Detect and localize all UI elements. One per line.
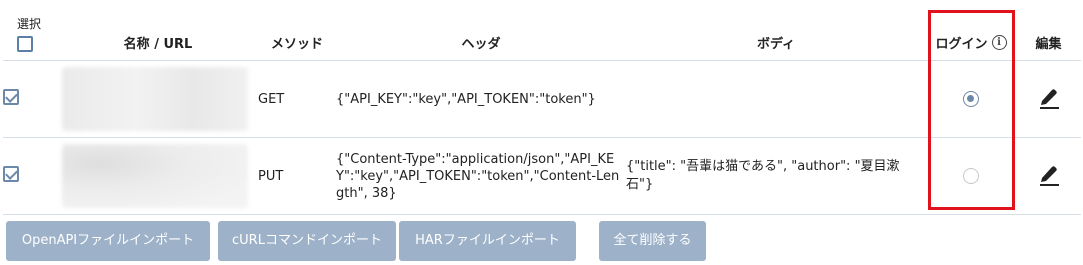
login-cell <box>926 60 1016 138</box>
body-cell <box>626 60 926 138</box>
row-select-checkbox[interactable] <box>3 89 19 105</box>
table-row: PUT {"Content-Type":"application/json","… <box>3 137 1081 215</box>
name-url-cell <box>58 60 258 138</box>
row-select-checkbox[interactable] <box>3 166 19 182</box>
name-url-cell <box>58 137 258 215</box>
delete-all-button[interactable]: 全て削除する <box>599 221 706 261</box>
select-column-header: 選択 <box>3 0 58 61</box>
openapi-import-button[interactable]: OpenAPIファイルインポート <box>6 221 210 261</box>
header-cell: {"Content-Type":"application/json","API_… <box>336 137 626 215</box>
method-cell: GET <box>258 60 336 138</box>
request-table: 選択 名称 / URL メソッド ヘッダ ボディ ログイン i 編集 GET {… <box>3 0 1081 215</box>
header-column-header: ヘッダ <box>336 0 626 61</box>
curl-import-button[interactable]: cURLコマンドインポート <box>218 221 396 261</box>
table-header-row: 選択 名称 / URL メソッド ヘッダ ボディ ログイン i 編集 <box>3 0 1081 61</box>
redacted-name-url <box>62 67 248 131</box>
login-radio[interactable] <box>963 91 979 107</box>
select-header-label: 選択 <box>17 17 42 31</box>
har-import-button[interactable]: HARファイルインポート <box>399 221 576 261</box>
body-column-header: ボディ <box>626 0 926 61</box>
pencil-icon[interactable] <box>1038 162 1060 190</box>
edit-cell <box>1016 60 1081 138</box>
row-select-cell <box>3 137 58 215</box>
table-row: GET {"API_KEY":"key","API_TOKEN":"token"… <box>3 60 1081 138</box>
edit-cell <box>1016 137 1081 215</box>
pencil-icon[interactable] <box>1038 85 1060 113</box>
request-list-panel: 選択 名称 / URL メソッド ヘッダ ボディ ログイン i 編集 GET {… <box>0 0 1083 265</box>
login-radio[interactable] <box>963 168 979 184</box>
login-header-label: ログイン <box>935 37 988 52</box>
name-url-column-header: 名称 / URL <box>58 0 258 61</box>
login-cell <box>926 137 1016 215</box>
edit-column-header: 編集 <box>1016 0 1081 61</box>
redacted-name-url <box>62 144 248 208</box>
body-cell: {"title": "吾輩は猫である", "author": "夏目漱石"} <box>626 137 926 215</box>
select-all-checkbox[interactable] <box>17 36 33 52</box>
login-column-header: ログイン i <box>926 0 1016 61</box>
method-cell: PUT <box>258 137 336 215</box>
method-column-header: メソッド <box>258 0 336 61</box>
info-icon[interactable]: i <box>991 35 1007 50</box>
row-select-cell <box>3 60 58 138</box>
header-cell: {"API_KEY":"key","API_TOKEN":"token"} <box>336 60 626 138</box>
